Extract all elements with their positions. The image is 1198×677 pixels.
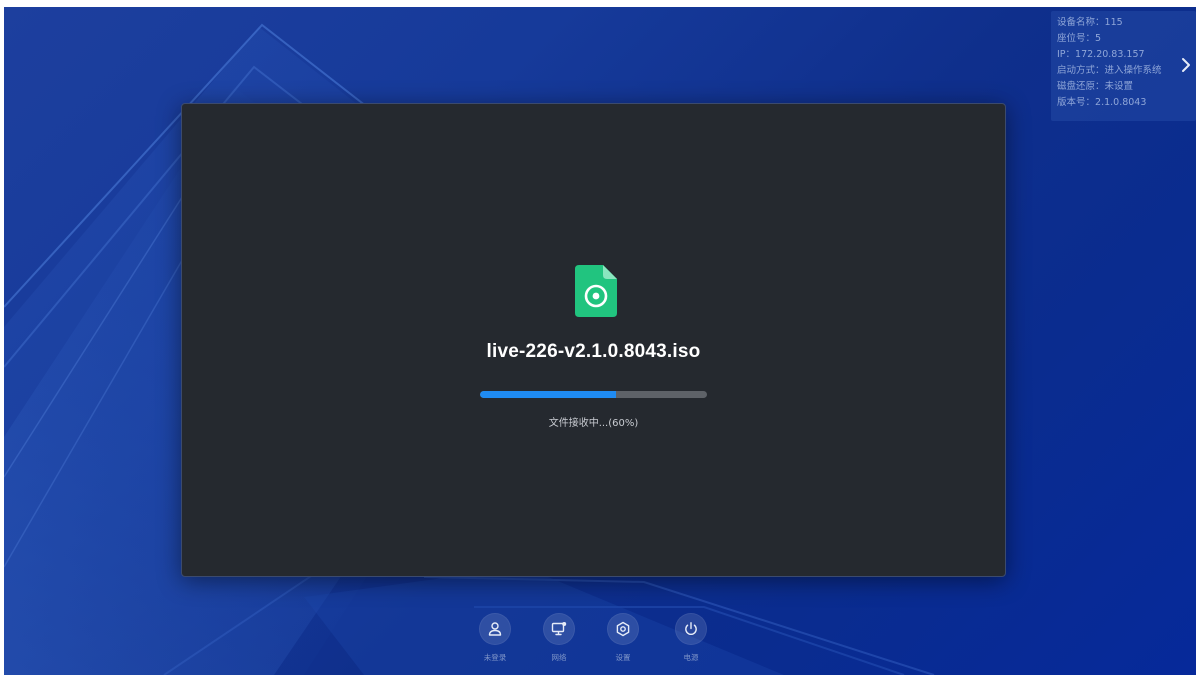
chevron-right-icon[interactable] <box>1179 55 1193 75</box>
ip-line: IP：172.20.83.157 <box>1057 49 1145 60</box>
dock-login[interactable]: 未登录 <box>478 613 512 663</box>
login-button[interactable] <box>479 613 511 645</box>
power-button[interactable] <box>675 613 707 645</box>
network-button[interactable] <box>543 613 575 645</box>
progress-fill <box>480 391 617 398</box>
disk-restore-line: 磁盘还原：未设置 <box>1057 81 1134 92</box>
seat-number-line: 座位号：5 <box>1057 33 1102 44</box>
user-icon <box>488 622 502 636</box>
file-name: live-226-v2.1.0.8043.iso <box>486 341 701 362</box>
settings-button[interactable] <box>607 613 639 645</box>
power-icon <box>685 622 697 636</box>
dock-login-label: 未登录 <box>483 653 507 662</box>
device-name-line: 设备名称：115 <box>1057 17 1123 28</box>
dock-network-label: 网络 <box>551 653 567 662</box>
file-transfer-dialog: live-226-v2.1.0.8043.iso 文件接收中...(60%) <box>181 103 1006 577</box>
boot-mode-line: 启动方式：进入操作系统 <box>1057 65 1162 76</box>
device-info-panel: 设备名称：115 座位号：5 IP：172.20.83.157 启动方式：进入操… <box>1051 11 1196 121</box>
network-icon <box>551 622 567 636</box>
gear-icon <box>616 621 630 637</box>
version-line: 版本号：2.1.0.8043 <box>1057 97 1147 108</box>
transfer-status: 文件接收中...(60%) <box>548 418 639 429</box>
dock-power[interactable]: 电源 <box>674 613 708 663</box>
dock-settings-label: 设置 <box>615 653 631 662</box>
dock-network[interactable]: 网络 <box>542 613 576 663</box>
disc-image-file-icon <box>575 265 617 317</box>
dock-settings[interactable]: 设置 <box>606 613 640 663</box>
dock-power-label: 电源 <box>683 653 699 662</box>
progress-bar <box>480 391 707 398</box>
desktop: 设备名称：115 座位号：5 IP：172.20.83.157 启动方式：进入操… <box>4 7 1196 675</box>
